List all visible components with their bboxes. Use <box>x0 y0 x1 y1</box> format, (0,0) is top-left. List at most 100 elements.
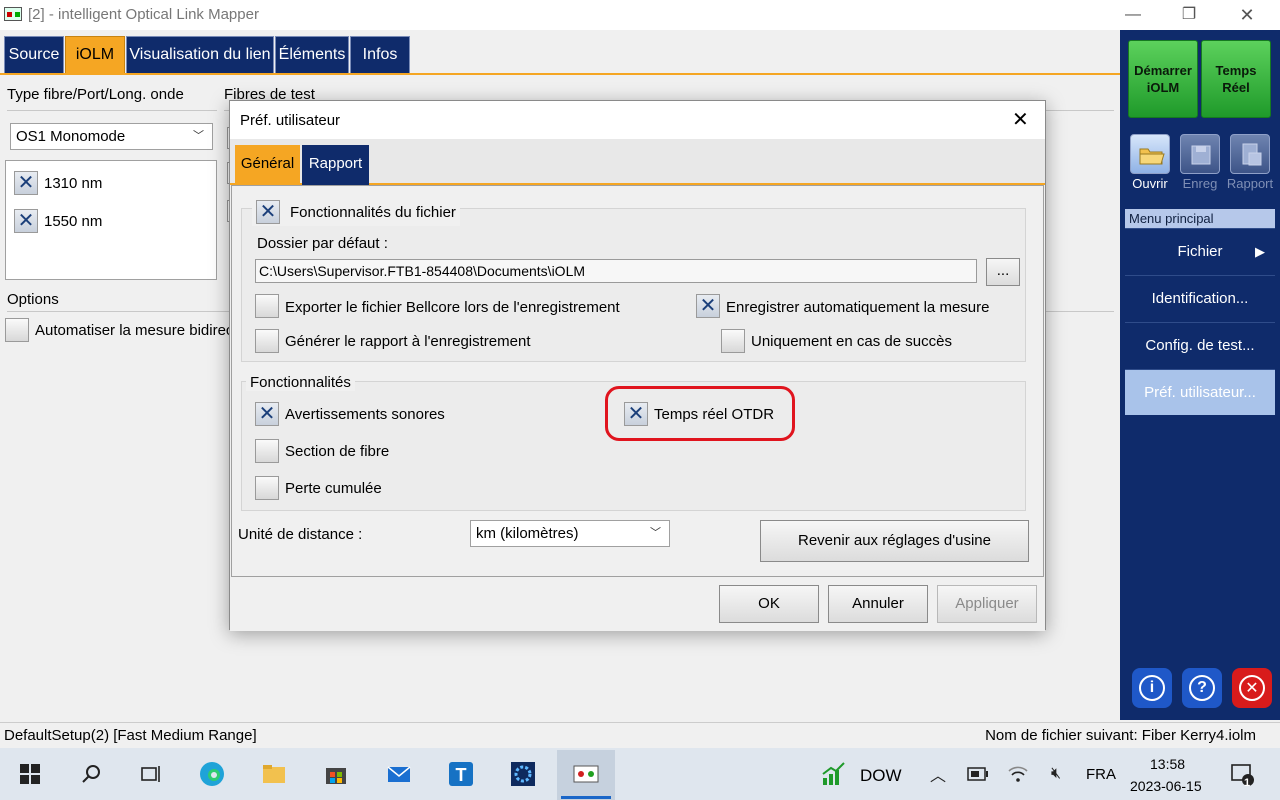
autosave-label: Enregistrer automatiquement la mesure <box>726 299 990 316</box>
fiber-section-label: Section de fibre <box>285 443 390 460</box>
start-iolm-button[interactable]: Démarrer iOLM <box>1128 40 1198 118</box>
export-bellcore-checkbox[interactable] <box>255 294 279 318</box>
dialog-general-panel: Fonctionnalités du fichier Dossier par d… <box>231 185 1044 577</box>
user-prefs-dialog: Préf. utilisateur ✕ Général Rapport Fonc… <box>229 100 1046 631</box>
title-bar: [2] - intelligent Optical Link Mapper — … <box>0 0 1280 30</box>
fiber-type-select[interactable]: OS1 Monomode ﹀ <box>10 123 213 150</box>
cumulative-loss-label: Perte cumulée <box>285 480 382 497</box>
wavelength-1550-label: 1550 nm <box>44 213 103 230</box>
sound-alerts-label: Avertissements sonores <box>285 406 445 423</box>
auto-bidir-checkbox[interactable] <box>5 318 29 342</box>
fiber-type-label: Type fibre/Port/Long. onde <box>7 86 184 103</box>
file-features-label: Fonctionnalités du fichier <box>290 203 456 221</box>
task-view-icon[interactable] <box>136 760 164 788</box>
stock-chart-icon[interactable] <box>820 760 848 788</box>
tab-source[interactable]: Source <box>4 36 64 74</box>
file-explorer-icon[interactable] <box>260 760 288 788</box>
info-button[interactable]: i <box>1132 668 1172 708</box>
realtime-otdr-checkbox[interactable] <box>624 402 648 426</box>
distance-unit-value: km (kilomètres) <box>476 525 579 542</box>
restore-icon[interactable]: ❐ <box>1166 0 1212 30</box>
ok-button[interactable]: OK <box>719 585 819 623</box>
iolm-app-icon[interactable] <box>572 760 600 788</box>
tab-underline <box>0 73 1120 75</box>
mail-icon[interactable] <box>385 760 413 788</box>
menu-item-identification[interactable]: Identification... <box>1125 275 1275 321</box>
teams-t-icon[interactable]: T <box>447 760 475 788</box>
svg-text:T: T <box>456 765 467 785</box>
wavelength-1550-checkbox[interactable] <box>14 209 38 233</box>
menu-item-file-label: Fichier <box>1177 243 1223 260</box>
language-indicator[interactable]: FRA <box>1086 766 1116 783</box>
distance-unit-label: Unité de distance : <box>238 526 363 543</box>
clock-date[interactable]: 2023-06-15 <box>1130 778 1202 794</box>
dialog-tab-report[interactable]: Rapport <box>302 145 369 185</box>
tab-iolm[interactable]: iOLM <box>65 36 125 74</box>
cumulative-loss-checkbox[interactable] <box>255 476 279 500</box>
help-icon: ? <box>1189 675 1215 701</box>
battery-icon[interactable] <box>964 760 992 788</box>
sound-alerts-checkbox[interactable] <box>255 402 279 426</box>
tab-visualisation[interactable]: Visualisation du lien <box>126 36 274 74</box>
close-icon[interactable]: ✕ <box>1224 0 1270 30</box>
fiber-app-icon[interactable] <box>509 760 537 788</box>
windows-start-icon[interactable] <box>16 760 44 788</box>
chevron-up-icon[interactable]: ︿ <box>924 760 952 788</box>
export-bellcore-label: Exporter le fichier Bellcore lors de l'e… <box>285 299 620 316</box>
factory-reset-button[interactable]: Revenir aux réglages d'usine <box>760 520 1029 562</box>
wifi-icon[interactable] <box>1004 760 1032 788</box>
dialog-title-bar: Préf. utilisateur ✕ <box>230 101 1045 139</box>
menu-item-user-prefs[interactable]: Préf. utilisateur... <box>1125 369 1275 415</box>
auto-bidir-label: Automatiser la mesure bidirec <box>35 322 234 339</box>
menu-item-test-config[interactable]: Config. de test... <box>1125 322 1275 368</box>
autosave-checkbox[interactable] <box>696 294 720 318</box>
divider <box>7 110 217 111</box>
help-button[interactable]: ? <box>1182 668 1222 708</box>
exit-button[interactable]: ✕ <box>1232 668 1272 708</box>
file-features-header: Fonctionnalités du fichier <box>252 198 460 226</box>
dialog-title: Préf. utilisateur <box>240 112 341 129</box>
browse-folder-button[interactable]: ... <box>986 258 1020 286</box>
status-bar: DefaultSetup(2) [Fast Medium Range] Nom … <box>0 722 1280 748</box>
report-icon <box>1230 134 1270 174</box>
realtime-otdr-label: Temps réel OTDR <box>654 406 775 423</box>
window-title: [2] - intelligent Optical Link Mapper <box>28 6 259 23</box>
store-icon[interactable] <box>322 760 350 788</box>
tab-elements[interactable]: Éléments <box>275 36 349 74</box>
generate-report-checkbox[interactable] <box>255 329 279 353</box>
distance-unit-select[interactable]: km (kilomètres) ﹀ <box>470 520 670 547</box>
only-success-label: Uniquement en cas de succès <box>751 333 952 350</box>
dialog-close-icon[interactable]: ✕ <box>1012 107 1029 132</box>
file-features-checkbox[interactable] <box>256 200 280 224</box>
apply-button[interactable]: Appliquer <box>937 585 1037 623</box>
notification-count: 1 <box>1243 777 1251 789</box>
default-folder-label: Dossier par défaut : <box>257 235 388 252</box>
dialog-footer: OK Annuler Appliquer <box>230 577 1045 631</box>
app-icon <box>4 7 22 21</box>
wavelength-1310-checkbox[interactable] <box>14 171 38 195</box>
info-icon: i <box>1139 675 1165 701</box>
stock-ticker: DOW <box>860 766 902 785</box>
status-next-filename: Nom de fichier suivant: Fiber Kerry4.iol… <box>985 727 1256 744</box>
volume-muted-icon[interactable]: 🔇︎ <box>1042 760 1070 788</box>
tab-infos[interactable]: Infos <box>350 36 410 74</box>
menu-item-file[interactable]: Fichier ▶ <box>1125 228 1275 274</box>
cancel-button[interactable]: Annuler <box>828 585 928 623</box>
clock-time[interactable]: 13:58 <box>1150 756 1185 772</box>
dialog-tab-general[interactable]: Général <box>235 145 300 185</box>
search-icon[interactable] <box>78 760 106 788</box>
exit-icon: ✕ <box>1239 675 1265 701</box>
folder-open-icon[interactable] <box>1130 134 1170 174</box>
edge-browser-icon[interactable] <box>198 760 226 788</box>
fiber-type-value: OS1 Monomode <box>16 128 126 145</box>
status-setup: DefaultSetup(2) [Fast Medium Range] <box>4 727 257 744</box>
only-success-checkbox[interactable] <box>721 329 745 353</box>
minimize-icon[interactable]: — <box>1110 0 1156 30</box>
chevron-down-icon: ﹀ <box>193 130 204 142</box>
fiber-section-checkbox[interactable] <box>255 439 279 463</box>
generate-report-label: Générer le rapport à l'enregistrement <box>285 333 531 350</box>
default-folder-input[interactable]: C:\Users\Supervisor.FTB1-854408\Document… <box>255 259 977 283</box>
dialog-tab-bar: Général Rapport <box>230 139 1045 185</box>
realtime-button[interactable]: Temps Réel <box>1201 40 1271 118</box>
play-arrow-icon: ▶ <box>1255 244 1265 259</box>
